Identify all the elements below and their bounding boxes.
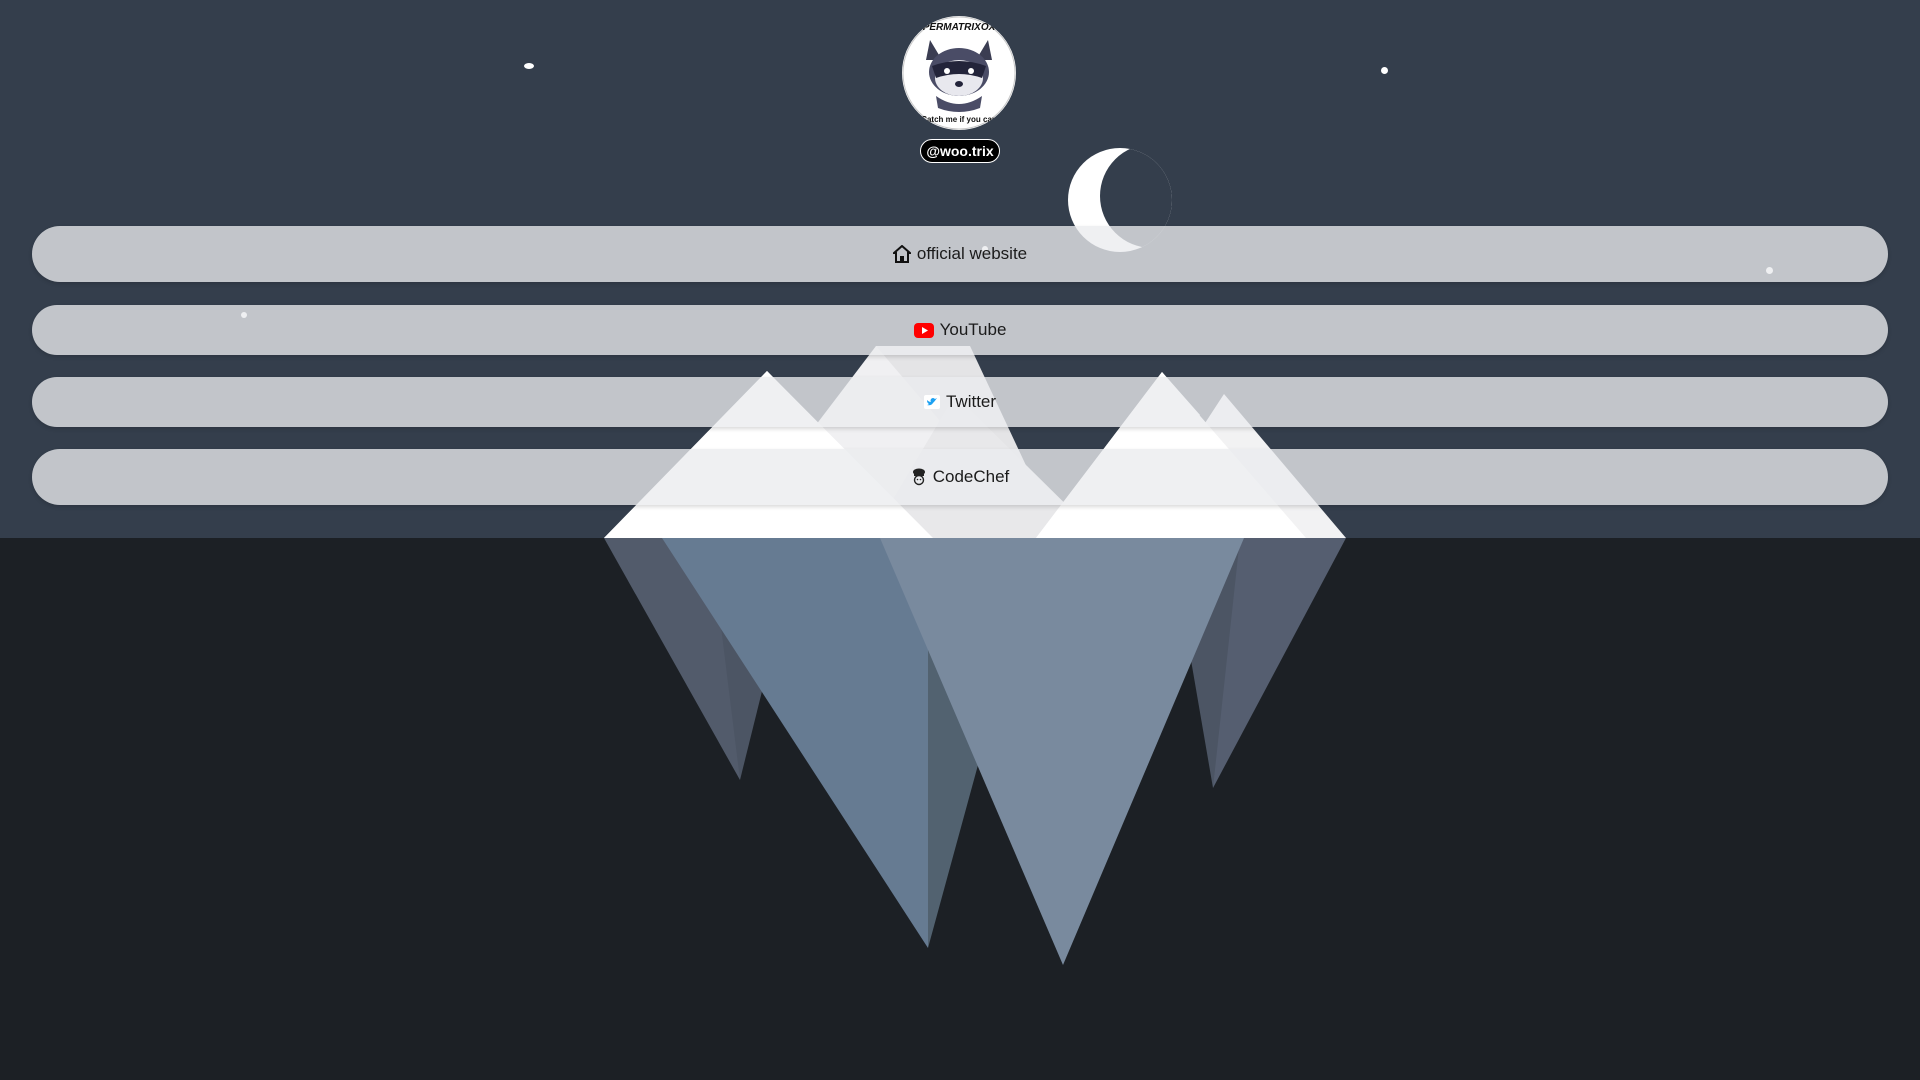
- link-label: CodeChef: [932, 467, 1010, 486]
- avatar-top-text: PERMATRIXOX: [923, 22, 997, 33]
- avatar-bottom-text: Catch me if you can: [921, 115, 997, 124]
- page: PERMATRIXOX Catch me if you can @woo.tri…: [0, 0, 1920, 1080]
- link-label: YouTube: [939, 320, 1007, 339]
- home-icon: [892, 245, 911, 263]
- username-handle[interactable]: @woo.trix: [920, 139, 1000, 163]
- youtube-icon: [913, 322, 934, 338]
- twitter-icon: [923, 395, 940, 409]
- link-youtube[interactable]: YouTube: [32, 305, 1888, 355]
- codechef-chef-icon: [911, 468, 927, 486]
- iceberg-underwater-left-main: [662, 538, 928, 948]
- raccoon-logo-icon: PERMATRIXOX Catch me if you can: [902, 16, 1016, 130]
- link-label: official website: [916, 244, 1028, 263]
- link-codechef[interactable]: CodeChef: [32, 449, 1888, 505]
- link-twitter[interactable]: Twitter: [32, 377, 1888, 427]
- link-label: Twitter: [945, 392, 997, 411]
- link-official-website[interactable]: official website: [32, 226, 1888, 282]
- profile-avatar[interactable]: PERMATRIXOX Catch me if you can: [902, 16, 1016, 130]
